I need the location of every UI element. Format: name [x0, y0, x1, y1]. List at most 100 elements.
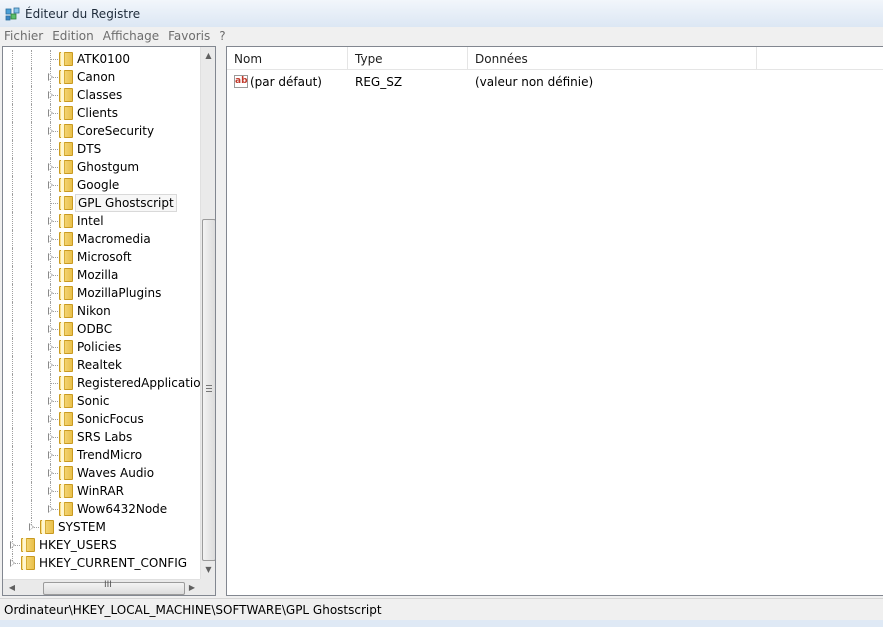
tree-item[interactable]: ODBC: [3, 320, 200, 338]
tree-item[interactable]: Classes: [3, 86, 200, 104]
expand-arrow-icon[interactable]: [48, 217, 53, 225]
tree-item-label: Waves Audio: [77, 466, 155, 480]
tree-item[interactable]: GPL Ghostscript: [3, 194, 200, 212]
menu-favoris[interactable]: Favoris: [164, 29, 215, 43]
column-header-type[interactable]: Type: [348, 47, 468, 69]
tree-item[interactable]: Canon: [3, 68, 200, 86]
menu-fichier[interactable]: Fichier: [0, 29, 48, 43]
expand-arrow-icon[interactable]: [48, 253, 53, 261]
tree-guide-line: [12, 68, 13, 86]
expand-arrow-icon[interactable]: [48, 361, 53, 369]
expand-arrow-icon[interactable]: [48, 325, 53, 333]
tree-item[interactable]: SYSTEM: [3, 518, 200, 536]
scroll-down-arrow-icon[interactable]: ▼: [203, 563, 214, 577]
scroll-right-arrow-icon[interactable]: ▶: [185, 581, 199, 595]
tree-item-label: Classes: [77, 88, 123, 102]
tree-guide-line: [12, 86, 13, 104]
tree-item[interactable]: CoreSecurity: [3, 122, 200, 140]
tree-item[interactable]: HKEY_CURRENT_CONFIG: [3, 554, 200, 572]
tree-item[interactable]: TrendMicro: [3, 446, 200, 464]
expand-arrow-icon[interactable]: [48, 487, 53, 495]
tree-guide-line: [31, 374, 32, 392]
tree-item[interactable]: Mozilla: [3, 266, 200, 284]
expand-arrow-icon[interactable]: [48, 181, 53, 189]
tree-item[interactable]: Sonic: [3, 392, 200, 410]
expand-arrow-icon[interactable]: [48, 343, 53, 351]
tree-guide-line: [12, 176, 13, 194]
tree-guide-line: [12, 500, 13, 518]
tree-item[interactable]: ATK0100: [3, 50, 200, 68]
expand-arrow-icon[interactable]: [48, 289, 53, 297]
tree-horizontal-scrollbar[interactable]: ◀ III ▶: [3, 579, 200, 595]
tree-guide-line: [31, 194, 32, 212]
expand-arrow-icon[interactable]: [48, 73, 53, 81]
folder-icon: [40, 520, 54, 534]
column-header-nom[interactable]: Nom: [227, 47, 348, 69]
menu-edition[interactable]: Edition: [48, 29, 99, 43]
folder-icon: [59, 250, 73, 264]
tree-guide-line: [31, 410, 32, 428]
expand-arrow-icon[interactable]: [48, 451, 53, 459]
values-list-panel: Nom Type Données ab (par défaut) REG_SZ …: [226, 46, 883, 596]
tree-item[interactable]: Clients: [3, 104, 200, 122]
tree-item[interactable]: DTS: [3, 140, 200, 158]
tree-item[interactable]: SRS Labs: [3, 428, 200, 446]
expand-arrow-icon[interactable]: [48, 433, 53, 441]
expand-arrow-icon[interactable]: [48, 163, 53, 171]
tree-item[interactable]: WinRAR: [3, 482, 200, 500]
tree-item[interactable]: Microsoft: [3, 248, 200, 266]
menu-help[interactable]: ?: [215, 29, 230, 43]
tree-item-label: Macromedia: [77, 232, 151, 246]
expand-arrow-icon[interactable]: [10, 541, 15, 549]
tree-item[interactable]: RegisteredApplications: [3, 374, 200, 392]
expand-arrow-icon[interactable]: [48, 469, 53, 477]
expand-arrow-icon[interactable]: [48, 415, 53, 423]
window-bottom-border: [0, 620, 883, 627]
tree-item[interactable]: Policies: [3, 338, 200, 356]
tree-guide-line: [31, 104, 32, 122]
expand-arrow-icon[interactable]: [48, 271, 53, 279]
tree-guide-line: [12, 104, 13, 122]
tree-item[interactable]: Google: [3, 176, 200, 194]
expand-arrow-icon[interactable]: [48, 127, 53, 135]
tree-item-label: ODBC: [77, 322, 113, 336]
expand-arrow-icon[interactable]: [48, 505, 53, 513]
tree-guide-line: [12, 320, 13, 338]
tree-item[interactable]: Realtek: [3, 356, 200, 374]
expand-arrow-icon[interactable]: [48, 397, 53, 405]
vertical-scroll-thumb[interactable]: [202, 219, 215, 561]
expand-arrow-icon[interactable]: [48, 91, 53, 99]
tree-guide-line: [12, 212, 13, 230]
tree-item[interactable]: Macromedia: [3, 230, 200, 248]
expand-arrow-icon[interactable]: [29, 523, 34, 531]
tree-guide-line: [31, 338, 32, 356]
scroll-up-arrow-icon[interactable]: ▲: [203, 49, 214, 63]
registry-tree[interactable]: ATK0100 Canon Classes Clients CoreSecurity DT…: [3, 47, 200, 579]
column-header-donnees[interactable]: Données: [468, 47, 757, 69]
value-row[interactable]: ab (par défaut) REG_SZ (valeur non défin…: [227, 73, 883, 91]
menu-affichage[interactable]: Affichage: [99, 29, 164, 43]
tree-guide-line: [31, 284, 32, 302]
tree-guide-line: [12, 338, 13, 356]
expand-arrow-icon[interactable]: [48, 235, 53, 243]
tree-item-label: WinRAR: [77, 484, 124, 498]
tree-item[interactable]: Intel: [3, 212, 200, 230]
tree-item[interactable]: Nikon: [3, 302, 200, 320]
expand-arrow-icon[interactable]: [10, 559, 15, 567]
tree-item[interactable]: MozillaPlugins: [3, 284, 200, 302]
status-path: Ordinateur\HKEY_LOCAL_MACHINE\SOFTWARE\G…: [4, 603, 382, 617]
tree-item[interactable]: Waves Audio: [3, 464, 200, 482]
tree-item[interactable]: HKEY_USERS: [3, 536, 200, 554]
tree-vertical-scrollbar[interactable]: ▲ ▼: [200, 47, 215, 579]
tree-guide-line: [12, 410, 13, 428]
expand-arrow-icon[interactable]: [48, 307, 53, 315]
tree-item[interactable]: SonicFocus: [3, 410, 200, 428]
tree-item-label: GPL Ghostscript: [75, 194, 177, 212]
tree-item[interactable]: Wow6432Node: [3, 500, 200, 518]
expand-arrow-icon[interactable]: [48, 109, 53, 117]
tree-item[interactable]: Ghostgum: [3, 158, 200, 176]
scroll-left-arrow-icon[interactable]: ◀: [5, 581, 19, 595]
tree-guide-line: [12, 302, 13, 320]
horizontal-scroll-thumb[interactable]: III: [43, 580, 185, 595]
tree-item-label: Policies: [77, 340, 122, 354]
